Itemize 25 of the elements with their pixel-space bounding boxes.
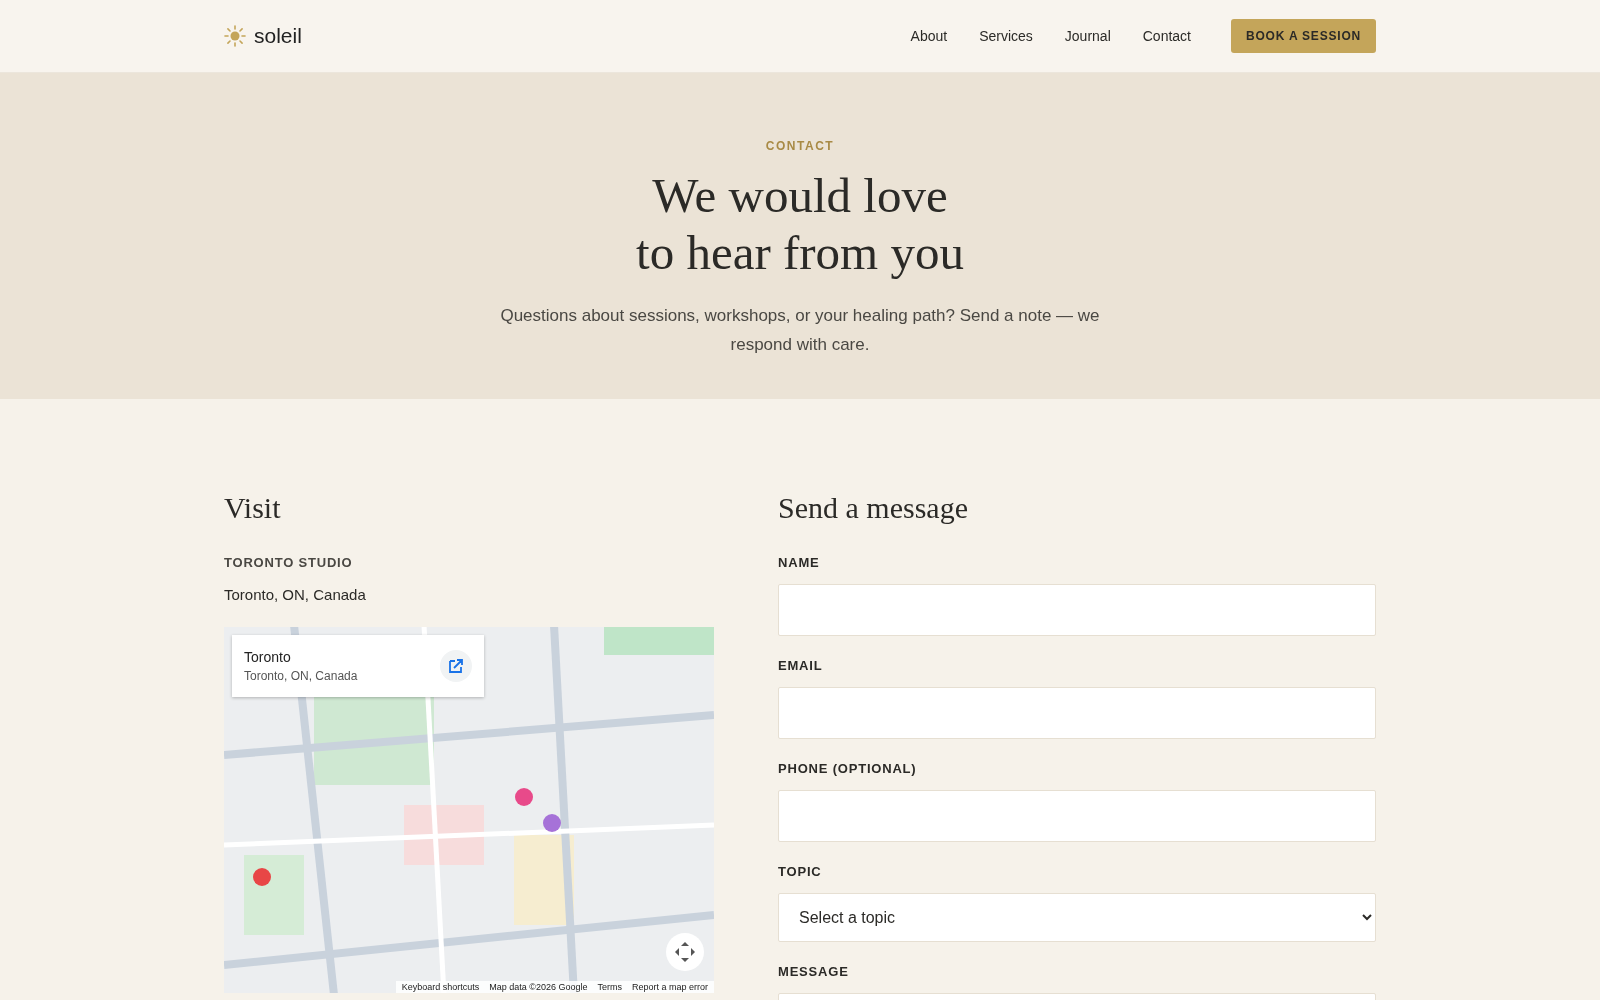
studio-label: TORONTO STUDIO bbox=[224, 555, 354, 570]
topic-select[interactable]: Select a topic bbox=[778, 893, 1376, 942]
field-label: PHONE (OPTIONAL) bbox=[778, 761, 918, 776]
field-label: TOPIC bbox=[778, 864, 823, 879]
book-session-button[interactable]: BOOK A SESSION bbox=[1231, 19, 1376, 53]
hero-title: We would love to hear from you bbox=[636, 167, 964, 281]
visit-heading: Visit bbox=[224, 491, 282, 525]
eyebrow-label: CONTACT bbox=[765, 139, 835, 153]
nav-link[interactable]: About bbox=[910, 28, 948, 44]
form-heading: Send a message bbox=[778, 491, 969, 525]
map-place-address: Toronto, ON, Canada bbox=[244, 669, 358, 683]
map-footer-link[interactable]: Terms bbox=[597, 982, 622, 992]
map-footer-link[interactable]: Map data ©2026 Google bbox=[489, 982, 588, 992]
brand-name[interactable]: soleil bbox=[254, 24, 302, 48]
field-label: EMAIL bbox=[778, 658, 824, 673]
map-footer-link[interactable]: Keyboard shortcuts bbox=[401, 982, 480, 992]
map-place-title: Toronto bbox=[244, 649, 292, 665]
field-label: MESSAGE bbox=[778, 964, 850, 979]
nav-link[interactable]: Services bbox=[979, 28, 1033, 44]
studio-address: Toronto, ON, Canada bbox=[224, 586, 367, 603]
field-label: NAME bbox=[778, 555, 821, 570]
nav-link[interactable]: Contact bbox=[1142, 28, 1191, 44]
hero-subtitle: Questions about sessions, workshops, or your healing path? Send a note — we respond with care. bbox=[499, 305, 1101, 356]
nav-link[interactable]: Journal bbox=[1064, 28, 1111, 44]
map-footer-link[interactable]: Report a map error bbox=[631, 982, 708, 992]
